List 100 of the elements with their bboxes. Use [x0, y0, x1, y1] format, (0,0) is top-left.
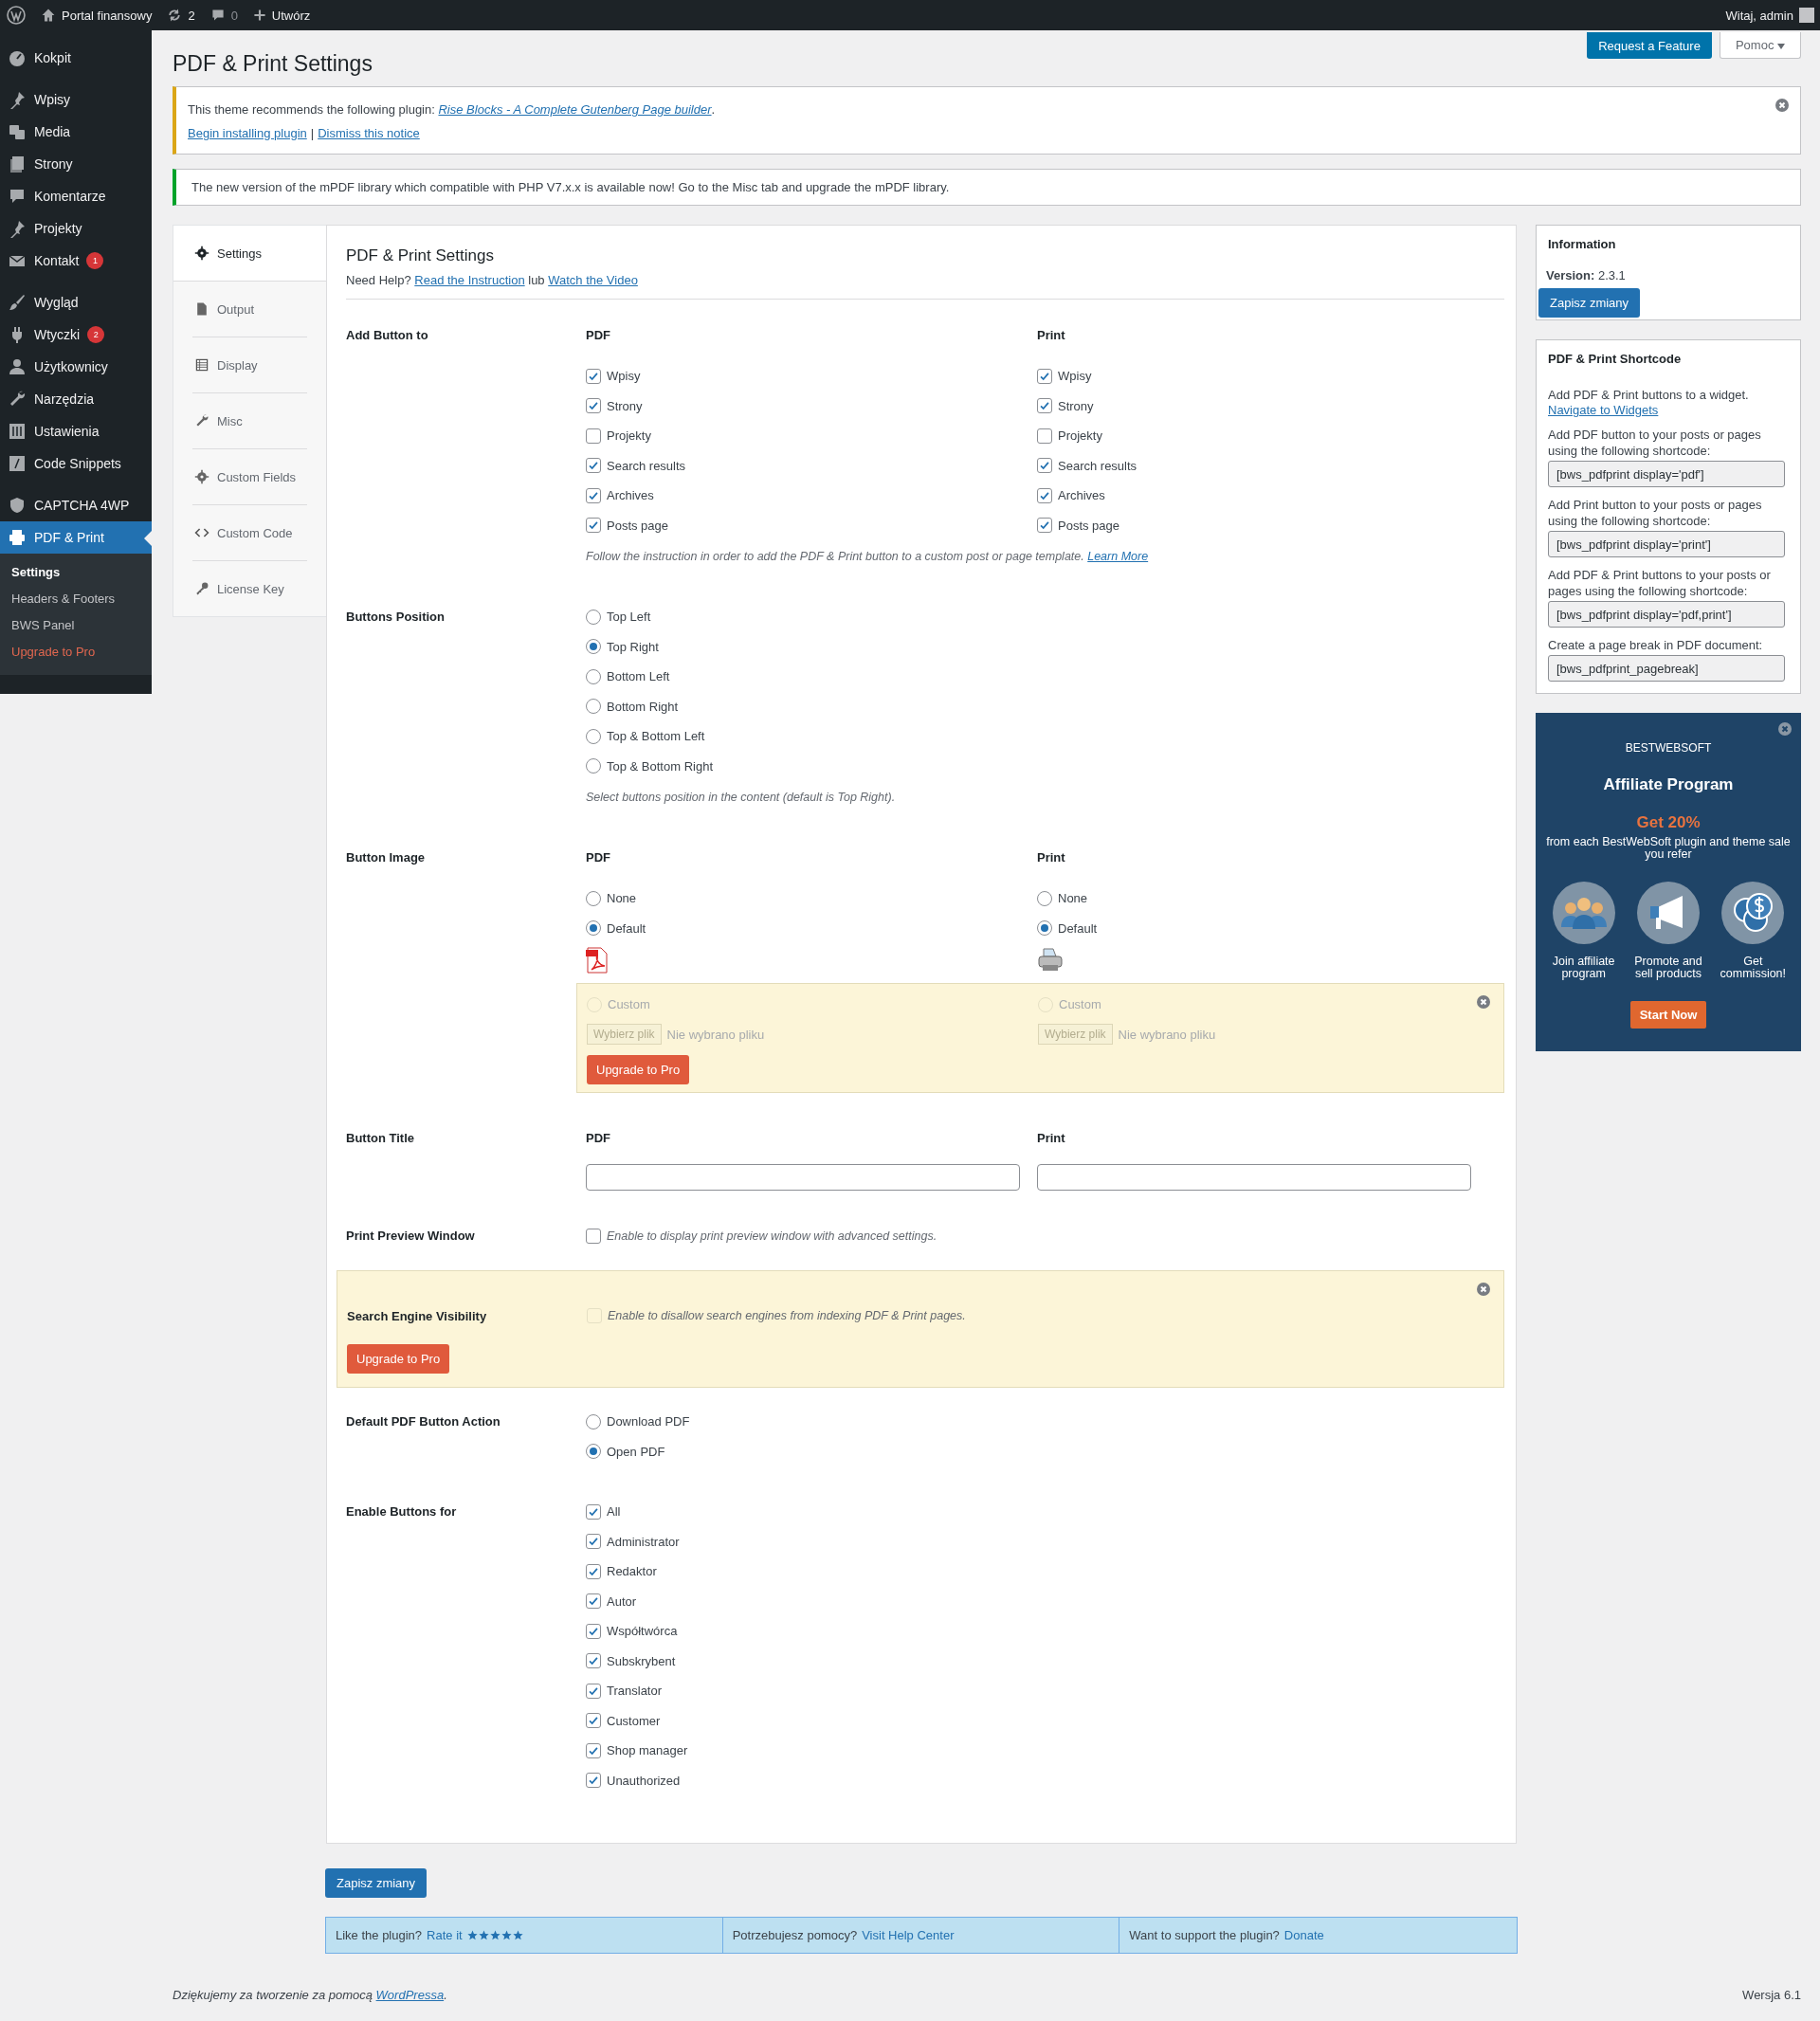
- input-field[interactable]: [586, 1164, 1020, 1191]
- menu-item[interactable]: Strony: [0, 148, 152, 180]
- support-link[interactable]: Rate it: [427, 1928, 463, 1942]
- checkbox[interactable]: [586, 1534, 601, 1550]
- checkbox[interactable]: [586, 1773, 601, 1789]
- close-icon[interactable]: [1477, 1282, 1490, 1296]
- checkbox[interactable]: [586, 458, 601, 474]
- checkbox[interactable]: [586, 1623, 601, 1639]
- checkbox-label[interactable]: Archives: [1058, 488, 1105, 503]
- checkbox[interactable]: [586, 487, 601, 503]
- radio-label[interactable]: Top Right: [607, 639, 659, 654]
- dismiss-link[interactable]: Dismiss this notice: [318, 126, 420, 140]
- radio-button[interactable]: [586, 890, 601, 906]
- tab[interactable]: License Key: [192, 561, 307, 616]
- checkbox-label[interactable]: Subskrybent: [607, 1653, 676, 1668]
- submenu-item[interactable]: Settings: [0, 559, 152, 586]
- help-button[interactable]: Pomoc: [1719, 32, 1801, 59]
- checkbox[interactable]: [586, 368, 601, 384]
- checkbox[interactable]: [586, 1742, 601, 1758]
- shortcode-field[interactable]: [bws_pdfprint_pagebreak]: [1548, 655, 1785, 682]
- submenu-item[interactable]: BWS Panel: [0, 612, 152, 639]
- rating-stars[interactable]: [466, 1930, 523, 1940]
- submenu-item[interactable]: Headers & Footers: [0, 586, 152, 612]
- save-button[interactable]: Zapisz zmiany: [325, 1868, 428, 1898]
- menu-item[interactable]: PDF & Print: [0, 521, 152, 554]
- shortcode-field[interactable]: [bws_pdfprint display='print']: [1548, 531, 1785, 557]
- checkbox-label[interactable]: Autor: [607, 1593, 637, 1609]
- radio-button[interactable]: [586, 609, 601, 625]
- menu-item[interactable]: Kontakt 1: [0, 245, 152, 277]
- radio-button[interactable]: [586, 639, 601, 655]
- radio-label[interactable]: Top & Bottom Left: [607, 729, 705, 744]
- radio-button[interactable]: [586, 1413, 601, 1429]
- checkbox-label[interactable]: Redaktor: [607, 1564, 657, 1579]
- checkbox[interactable]: [1037, 398, 1052, 414]
- checkbox[interactable]: [586, 1503, 601, 1520]
- learn-more-link[interactable]: Learn More: [1087, 550, 1149, 563]
- submenu-item[interactable]: Upgrade to Pro: [0, 639, 152, 665]
- radio-label[interactable]: Default: [1058, 920, 1098, 936]
- radio-button[interactable]: [586, 758, 601, 774]
- menu-item[interactable]: Wtyczki 2: [0, 319, 152, 351]
- radio-button[interactable]: [586, 920, 601, 937]
- widgets-link[interactable]: Navigate to Widgets: [1548, 403, 1659, 417]
- checkbox[interactable]: [586, 428, 601, 444]
- menu-item[interactable]: Wpisy: [0, 83, 152, 116]
- radio-button[interactable]: [1037, 920, 1052, 937]
- menu-item[interactable]: Komentarze: [0, 180, 152, 212]
- video-link[interactable]: Watch the Video: [548, 273, 638, 287]
- radio-label[interactable]: None: [1058, 891, 1088, 906]
- checkbox-label[interactable]: Unauthorized: [607, 1773, 681, 1788]
- menu-item[interactable]: Projekty: [0, 212, 152, 245]
- checkbox-label[interactable]: Strony: [607, 398, 643, 413]
- tab[interactable]: Settings: [173, 226, 327, 282]
- tab[interactable]: Custom Code: [192, 505, 307, 561]
- checkbox[interactable]: [1037, 458, 1052, 474]
- checkbox-label[interactable]: Posts page: [1058, 518, 1120, 533]
- radio-label[interactable]: Top & Bottom Right: [607, 758, 713, 774]
- new-link[interactable]: Utwórz: [271, 8, 311, 23]
- menu-item[interactable]: Wygląd: [0, 286, 152, 319]
- checkbox[interactable]: [1037, 368, 1052, 384]
- close-icon[interactable]: [1778, 722, 1792, 736]
- checkbox-label[interactable]: Enable to display print preview window with advanced settings.: [607, 1229, 937, 1243]
- radio-label[interactable]: Top Left: [607, 610, 651, 625]
- instruction-link[interactable]: Read the Instruction: [414, 273, 525, 287]
- save-button[interactable]: Zapisz zmiany: [1538, 288, 1641, 318]
- support-link[interactable]: Visit Help Center: [862, 1928, 955, 1942]
- close-icon[interactable]: [1775, 99, 1789, 112]
- checkbox[interactable]: [586, 1563, 601, 1579]
- menu-item[interactable]: Kokpit: [0, 42, 152, 74]
- checkbox[interactable]: [1037, 518, 1052, 534]
- radio-button[interactable]: [1037, 890, 1052, 906]
- updates-count[interactable]: 2: [188, 8, 195, 23]
- checkbox-label[interactable]: All: [607, 1504, 621, 1520]
- site-name-link[interactable]: Portal finansowy: [62, 8, 153, 23]
- checkbox[interactable]: [586, 1683, 601, 1699]
- checkbox-label[interactable]: Projekty: [607, 428, 651, 444]
- checkbox[interactable]: [586, 1593, 601, 1610]
- shortcode-field[interactable]: [bws_pdfprint display='pdf']: [1548, 461, 1785, 487]
- plugin-link[interactable]: Rise Blocks - A Complete Gutenberg Page builder: [438, 102, 712, 117]
- checkbox[interactable]: [586, 398, 601, 414]
- radio-button[interactable]: [586, 1444, 601, 1460]
- radio-label[interactable]: Bottom Right: [607, 699, 679, 714]
- checkbox-label[interactable]: Posts page: [607, 518, 669, 533]
- checkbox[interactable]: [586, 1228, 601, 1244]
- radio-label[interactable]: Default: [607, 920, 646, 936]
- radio-button[interactable]: [586, 668, 601, 684]
- tab[interactable]: Misc: [192, 393, 307, 449]
- input-field[interactable]: [1037, 1164, 1471, 1191]
- checkbox-label[interactable]: Translator: [607, 1684, 663, 1699]
- checkbox-label[interactable]: Wpisy: [1058, 369, 1092, 384]
- menu-item[interactable]: Użytkownicy: [0, 351, 152, 383]
- radio-label[interactable]: Open PDF: [607, 1444, 665, 1459]
- checkbox-label[interactable]: Administrator: [607, 1534, 680, 1549]
- support-link[interactable]: Donate: [1283, 1928, 1324, 1942]
- tab[interactable]: Custom Fields: [192, 449, 307, 505]
- checkbox[interactable]: [586, 1653, 601, 1669]
- checkbox-label[interactable]: Shop manager: [607, 1743, 688, 1758]
- checkbox-label[interactable]: Search results: [1058, 458, 1138, 473]
- checkbox[interactable]: [1037, 428, 1052, 444]
- shortcode-field[interactable]: [bws_pdfprint display='pdf,print']: [1548, 601, 1785, 628]
- checkbox[interactable]: [586, 1713, 601, 1729]
